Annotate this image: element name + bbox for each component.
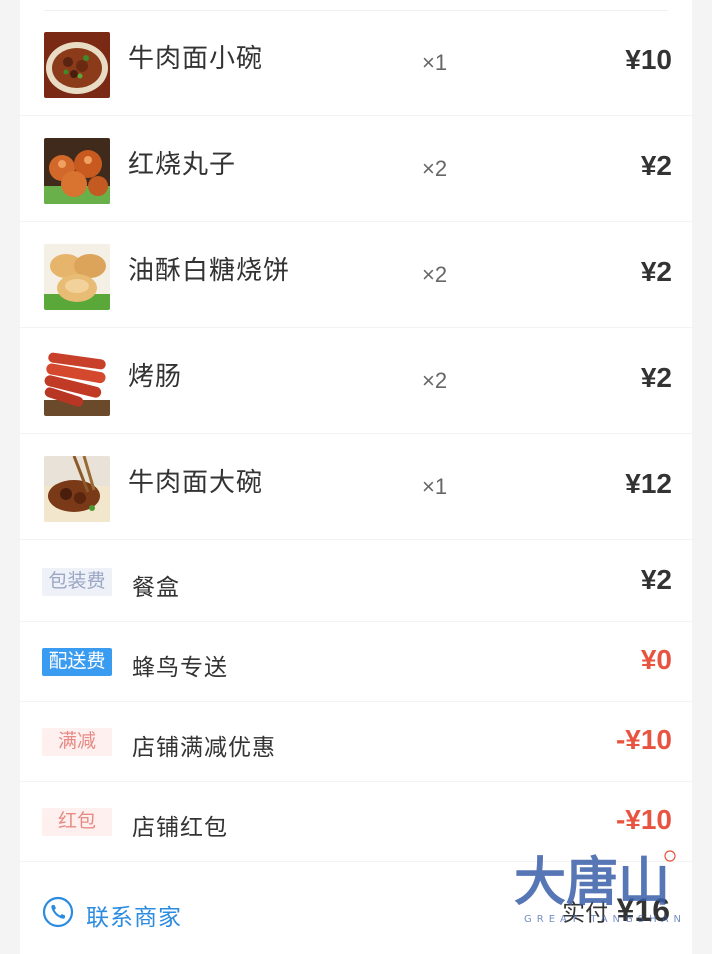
sugar-pastry-icon (44, 244, 110, 310)
sausage-icon (44, 350, 110, 416)
item-price: ¥10 (625, 44, 672, 75)
fee-amount: ¥2 (640, 564, 672, 595)
paid-label: 实付 (562, 899, 609, 926)
item-price: ¥2 (640, 256, 672, 287)
item-quantity: ×2 (422, 368, 448, 393)
paid-value: ¥16 (616, 892, 670, 928)
fee-name: 蜂鸟专送 (132, 654, 228, 680)
item-name: 烤肠 (128, 361, 183, 391)
fee-amount: -¥10 (615, 724, 672, 755)
beef-noodle-small-icon (44, 32, 110, 98)
fee-name: 店铺满减优惠 (132, 734, 276, 760)
item-quantity: ×1 (422, 50, 448, 75)
item-quantity: ×2 (422, 262, 448, 287)
list-item: 牛肉面小碗 ×1 ¥10 (20, 10, 692, 116)
list-item: 烤肠 ×2 ¥2 (20, 328, 692, 434)
delivery-fee-tag: 配送费 (42, 648, 112, 676)
packaging-fee-tag: 包装费 (42, 568, 112, 596)
item-name: 牛肉面大碗 (128, 467, 264, 497)
beef-noodle-large-icon (44, 456, 110, 522)
discount-tag: 满减 (42, 728, 112, 756)
discount-row: 满减 店铺满减优惠 -¥10 (20, 702, 692, 782)
item-price: ¥12 (625, 468, 672, 499)
item-quantity: ×2 (422, 156, 448, 181)
braised-meatballs-icon (44, 138, 110, 204)
order-detail-card: 牛肉面小碗 ×1 ¥10 红烧丸子 ×2 ¥2 油酥白糖烧饼 ×2 ¥2 烤肠 … (20, 0, 692, 954)
delivery-fee-row: 配送费 蜂鸟专送 ¥0 (20, 622, 692, 702)
item-name: 牛肉面小碗 (128, 43, 264, 73)
list-item: 油酥白糖烧饼 ×2 ¥2 (20, 222, 692, 328)
item-quantity: ×1 (422, 474, 448, 499)
red-packet-tag: 红包 (42, 808, 112, 836)
item-name: 红烧丸子 (128, 149, 237, 179)
phone-icon[interactable] (42, 896, 74, 928)
packaging-fee-row: 包装费 餐盒 ¥2 (20, 542, 692, 622)
contact-merchant-link[interactable]: 联系商家 (86, 898, 182, 932)
fee-name: 餐盒 (132, 574, 180, 600)
item-price: ¥2 (640, 362, 672, 393)
list-item: 红烧丸子 ×2 ¥2 (20, 116, 692, 222)
item-name: 油酥白糖烧饼 (128, 255, 291, 285)
list-item: 牛肉面大碗 ×1 ¥12 (20, 434, 692, 540)
fee-amount: -¥10 (615, 804, 672, 835)
order-footer: 联系商家 实付 ¥16 (20, 868, 692, 954)
item-price: ¥2 (640, 150, 672, 181)
paid-total: 实付 ¥16 (562, 892, 670, 929)
fee-name: 店铺红包 (132, 814, 228, 840)
fee-amount: ¥0 (640, 644, 672, 675)
red-packet-row: 红包 店铺红包 -¥10 (20, 782, 692, 862)
